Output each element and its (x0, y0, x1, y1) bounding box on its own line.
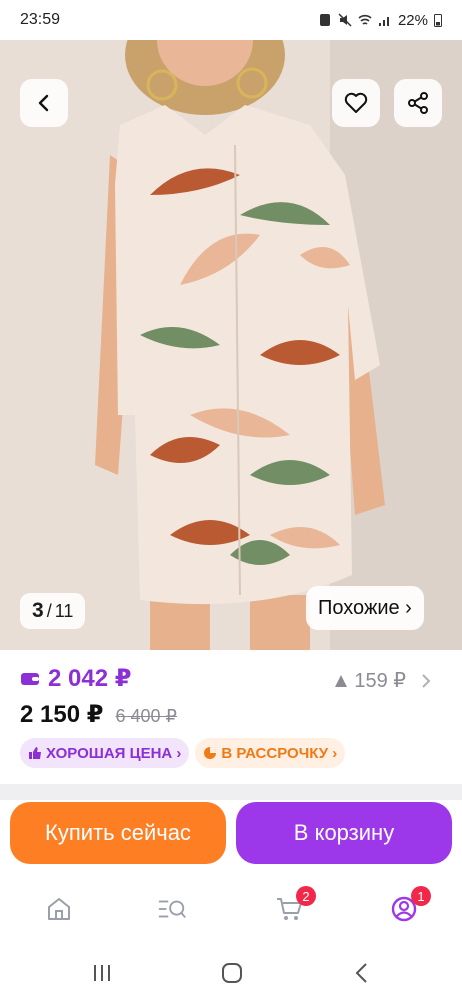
home-system-button[interactable] (218, 960, 246, 986)
nav-home[interactable] (44, 894, 74, 924)
divider-band (0, 784, 462, 800)
main-price-row: 2 150 ₽ 6 400 ₽ (20, 700, 177, 729)
battery-icon (434, 14, 442, 27)
share-icon (408, 92, 428, 114)
recent-apps-button[interactable] (88, 960, 116, 986)
thumbs-up-icon (29, 747, 41, 759)
status-time: 23:59 (20, 11, 61, 28)
vpn-icon (319, 14, 330, 26)
recents-icon (94, 965, 110, 981)
nav-profile[interactable]: 1 (389, 886, 431, 924)
profile-count-badge: 1 (411, 886, 431, 906)
wallet-icon (21, 672, 39, 685)
wifi-icon (358, 14, 372, 25)
dress-image (0, 35, 462, 650)
wallet-price-row[interactable]: 2 042 ₽ (20, 664, 131, 693)
triangle-up-icon (335, 674, 348, 687)
share-button[interactable] (394, 79, 442, 127)
mute-icon (338, 13, 352, 27)
old-price: 6 400 ₽ (115, 706, 177, 726)
installment-label: В РАССРОЧКУ › (221, 744, 338, 762)
pie-icon (204, 747, 217, 759)
add-to-cart-button[interactable]: В корзину (236, 802, 452, 864)
chevron-right-icon (422, 673, 431, 688)
photo-separator: / (46, 600, 52, 621)
photo-total: 11 (54, 600, 74, 621)
favorite-button[interactable] (332, 79, 380, 127)
chevron-left-icon (38, 94, 49, 112)
bonus-points[interactable]: 159 ₽ (334, 668, 432, 693)
add-to-cart-label: В корзину (293, 820, 395, 845)
product-photo[interactable] (0, 35, 462, 650)
good-price-badge[interactable]: ХОРОШАЯ ЦЕНА › (20, 738, 190, 768)
back-chevron-icon (355, 963, 367, 983)
similar-label: Похожие › (318, 596, 412, 619)
photo-current: 3 (32, 599, 44, 622)
photo-counter: 3 / 11 (20, 593, 86, 629)
home-icon (48, 898, 70, 920)
bottom-nav: 2 1 (0, 876, 462, 946)
status-icons: 22% (318, 12, 442, 29)
heart-icon (344, 92, 368, 113)
main-price: 2 150 ₽ (20, 701, 104, 728)
nav-cart[interactable]: 2 (274, 886, 316, 924)
nav-catalog[interactable] (157, 894, 187, 924)
status-bar: 23:59 22% (0, 0, 462, 40)
signal-icon (378, 17, 389, 26)
home-square-icon (222, 963, 242, 983)
price-card: 2 042 ₽ 159 ₽ 2 150 ₽ 6 400 ₽ ХОРОШАЯ ЦЕ… (0, 650, 462, 784)
buy-now-label: Купить сейчас (45, 820, 191, 845)
buy-now-button[interactable]: Купить сейчас (10, 802, 226, 864)
back-button[interactable] (20, 79, 68, 127)
back-system-button[interactable] (348, 960, 376, 986)
battery-text: 22% (397, 11, 428, 29)
similar-button[interactable]: Похожие › (306, 586, 424, 630)
badges-row: ХОРОШАЯ ЦЕНА › В РАССРОЧКУ › (20, 738, 346, 768)
installment-badge[interactable]: В РАССРОЧКУ › (195, 738, 346, 768)
system-nav-bar (0, 946, 462, 1000)
catalog-search-icon (158, 900, 186, 919)
wallet-price: 2 042 ₽ (48, 665, 132, 692)
good-price-label: ХОРОШАЯ ЦЕНА › (46, 744, 182, 762)
cart-count-badge: 2 (296, 886, 316, 906)
bonus-value: 159 ₽ (354, 670, 406, 692)
